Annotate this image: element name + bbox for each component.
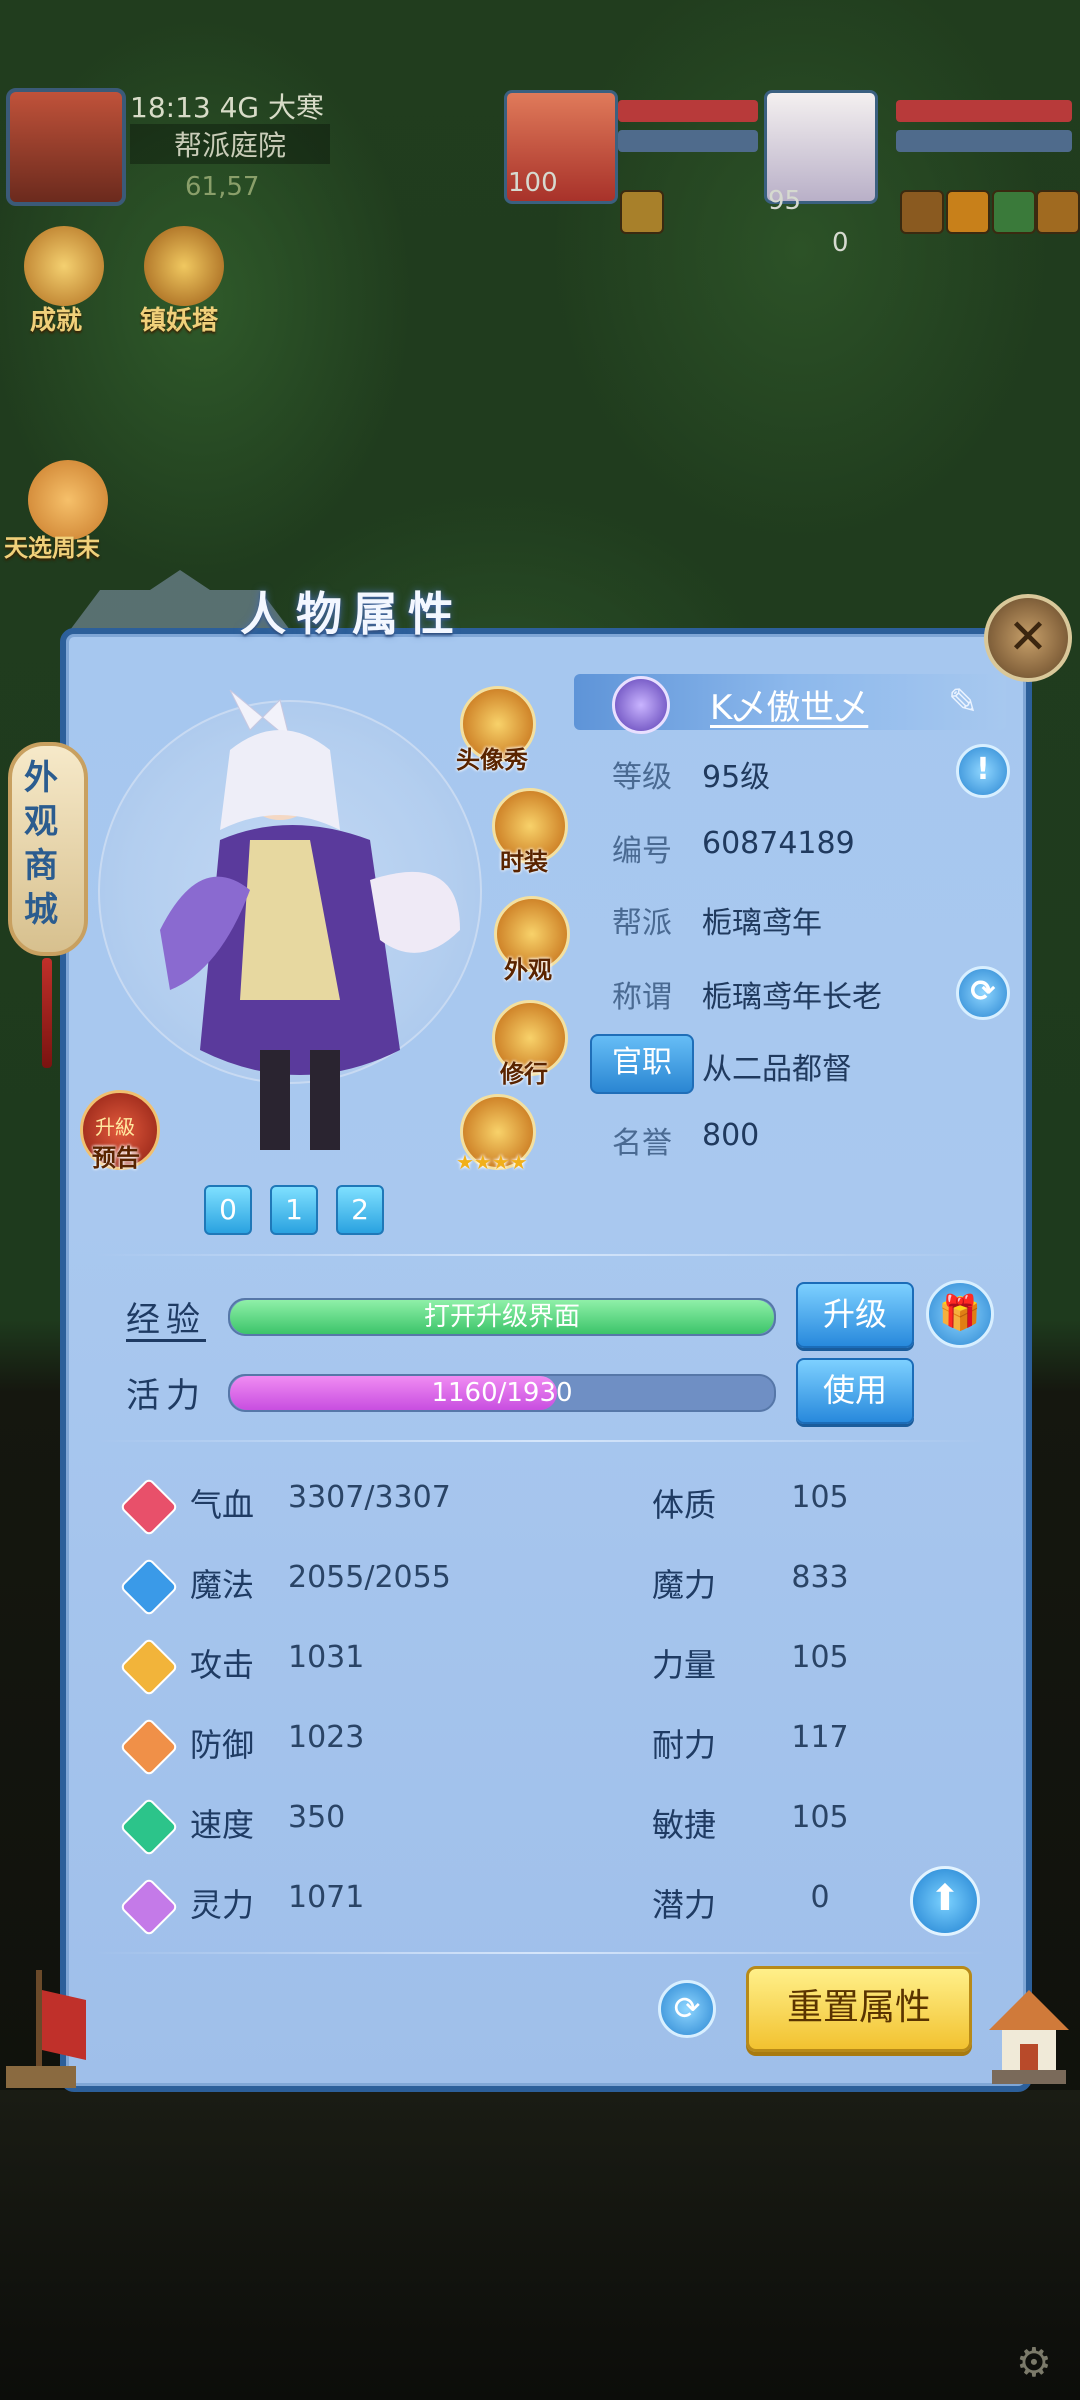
honor-value: 800 — [702, 1118, 760, 1153]
exp-bar-text: 打开升级界面 — [423, 1302, 580, 1332]
party-level-1: 100 — [508, 168, 558, 198]
weekend-label: 天选周末 — [4, 534, 100, 562]
location-name: 帮派庭院 — [130, 124, 330, 164]
player-avatar[interactable] — [6, 88, 126, 206]
reset-attributes-button[interactable]: 重置属性 — [746, 1966, 972, 2052]
attribute-label: 力量 — [652, 1646, 717, 1684]
counter: 0 — [832, 228, 849, 258]
upgrade-button[interactable]: 升级 — [796, 1282, 914, 1348]
party-mp-bar-1 — [618, 130, 758, 152]
stat-value: 350 — [288, 1800, 346, 1835]
settings-gear-icon[interactable]: ⚙ — [1016, 2340, 1052, 2386]
official-rank-value: 从二品都督 — [702, 1052, 852, 1087]
avatar-show-label: 头像秀 — [456, 746, 528, 774]
ground — [0, 2090, 1080, 2400]
level-value: 95级 — [702, 760, 771, 795]
buff-icon-2 — [946, 190, 990, 234]
faction-badge-icon — [612, 676, 670, 734]
stat-value: 2055/2055 — [288, 1560, 451, 1595]
buff-icon-4 — [1036, 190, 1080, 234]
edit-name-icon[interactable]: ✎ — [948, 682, 978, 723]
party-hp-bar-2 — [896, 100, 1072, 122]
attribute-value: 105 — [791, 1800, 849, 1835]
title-label: 称谓 — [612, 980, 672, 1015]
exp-label[interactable]: 经验 — [126, 1292, 206, 1341]
page-button-1[interactable]: 1 — [270, 1185, 318, 1235]
attribute-value: 105 — [791, 1640, 849, 1675]
refresh-icon[interactable]: ⟳ — [658, 1980, 716, 2038]
attribute-label: 敏捷 — [652, 1806, 717, 1844]
attribute-value: 833 — [791, 1560, 849, 1595]
stat-value: 1023 — [288, 1720, 365, 1755]
id-value: 60874189 — [702, 826, 855, 861]
attribute-label: 体质 — [652, 1486, 717, 1524]
attribute-value: 117 — [791, 1720, 849, 1755]
buff-icon-3 — [992, 190, 1036, 234]
level-label: 等级 — [612, 760, 672, 795]
gift-icon[interactable]: 🎁 — [926, 1280, 994, 1348]
switch-title-icon[interactable]: ⟳ — [956, 966, 1010, 1020]
close-icon[interactable]: ✕ — [984, 594, 1072, 682]
stat-value: 3307/3307 — [288, 1480, 451, 1515]
attribute-value: 105 — [791, 1480, 849, 1515]
stat-label: 魔法 — [190, 1566, 255, 1604]
achievement-label: 成就 — [30, 306, 83, 336]
stat-label: 气血 — [190, 1486, 255, 1524]
stat-label: 攻击 — [190, 1646, 255, 1684]
achievement-icon[interactable] — [24, 226, 104, 306]
vitality-bar: 1160/1930 — [228, 1374, 776, 1412]
pagoda-decoration — [984, 1990, 1074, 2090]
stat-label: 防御 — [190, 1726, 255, 1764]
notice-label: 预告 — [92, 1144, 140, 1172]
notice-inner-label: 升級 — [95, 1115, 135, 1139]
divider — [96, 1952, 986, 1954]
buff-icon-1 — [900, 190, 944, 234]
character-model[interactable] — [140, 670, 470, 1170]
page-button-0[interactable]: 0 — [204, 1185, 252, 1235]
appearance-label: 外观 — [504, 956, 552, 984]
vitality-label: 活力 — [126, 1376, 206, 1416]
official-rank-button[interactable]: 官职 — [590, 1034, 694, 1094]
character-name[interactable]: K乄傲世乄 — [710, 680, 868, 729]
shop-tab-label: 外观商城 — [24, 758, 58, 930]
divider — [96, 1440, 986, 1442]
attribute-value: 0 — [810, 1880, 830, 1915]
tower-label: 镇妖塔 — [140, 306, 219, 336]
page-button-2[interactable]: 2 — [336, 1185, 384, 1235]
tower-icon[interactable] — [144, 226, 224, 306]
coordinates: 61,57 — [185, 172, 260, 202]
cultivation-label: 修行 — [500, 1060, 548, 1088]
title-value: 栀璃鸢年长老 — [702, 980, 882, 1015]
attribute-label: 耐力 — [652, 1726, 717, 1764]
party-mp-bar-2 — [896, 130, 1072, 152]
allocate-points-icon[interactable]: ⬆ — [910, 1866, 980, 1936]
vitality-bar-text: 1160/1930 — [431, 1378, 573, 1408]
banner-decoration — [6, 1970, 96, 2090]
party-buff-icon — [620, 190, 664, 234]
divider — [96, 1254, 986, 1256]
attribute-label: 潜力 — [652, 1886, 717, 1924]
fashion-label: 时装 — [500, 848, 548, 876]
party-level-2: 95 — [768, 186, 802, 216]
use-button[interactable]: 使用 — [796, 1358, 914, 1424]
id-label: 编号 — [612, 834, 672, 869]
exp-bar[interactable]: 打开升级界面 — [228, 1298, 776, 1336]
stat-value: 1031 — [288, 1640, 365, 1675]
info-icon[interactable]: ! — [956, 744, 1010, 798]
stat-value: 1071 — [288, 1880, 365, 1915]
stat-label: 速度 — [190, 1806, 255, 1844]
guild-value: 栀璃鸢年 — [702, 906, 822, 941]
honor-label: 名誉 — [612, 1126, 672, 1161]
stat-label: 灵力 — [190, 1886, 255, 1924]
attribute-label: 魔力 — [652, 1566, 717, 1604]
status-time: 18:13 4G 大寒 — [130, 91, 325, 124]
tassel-decoration — [42, 958, 52, 1068]
panel-title: 人物属性 — [240, 587, 464, 641]
guild-label: 帮派 — [612, 906, 672, 941]
star-rating: ★★★★ — [456, 1150, 528, 1174]
party-hp-bar-1 — [618, 100, 758, 122]
